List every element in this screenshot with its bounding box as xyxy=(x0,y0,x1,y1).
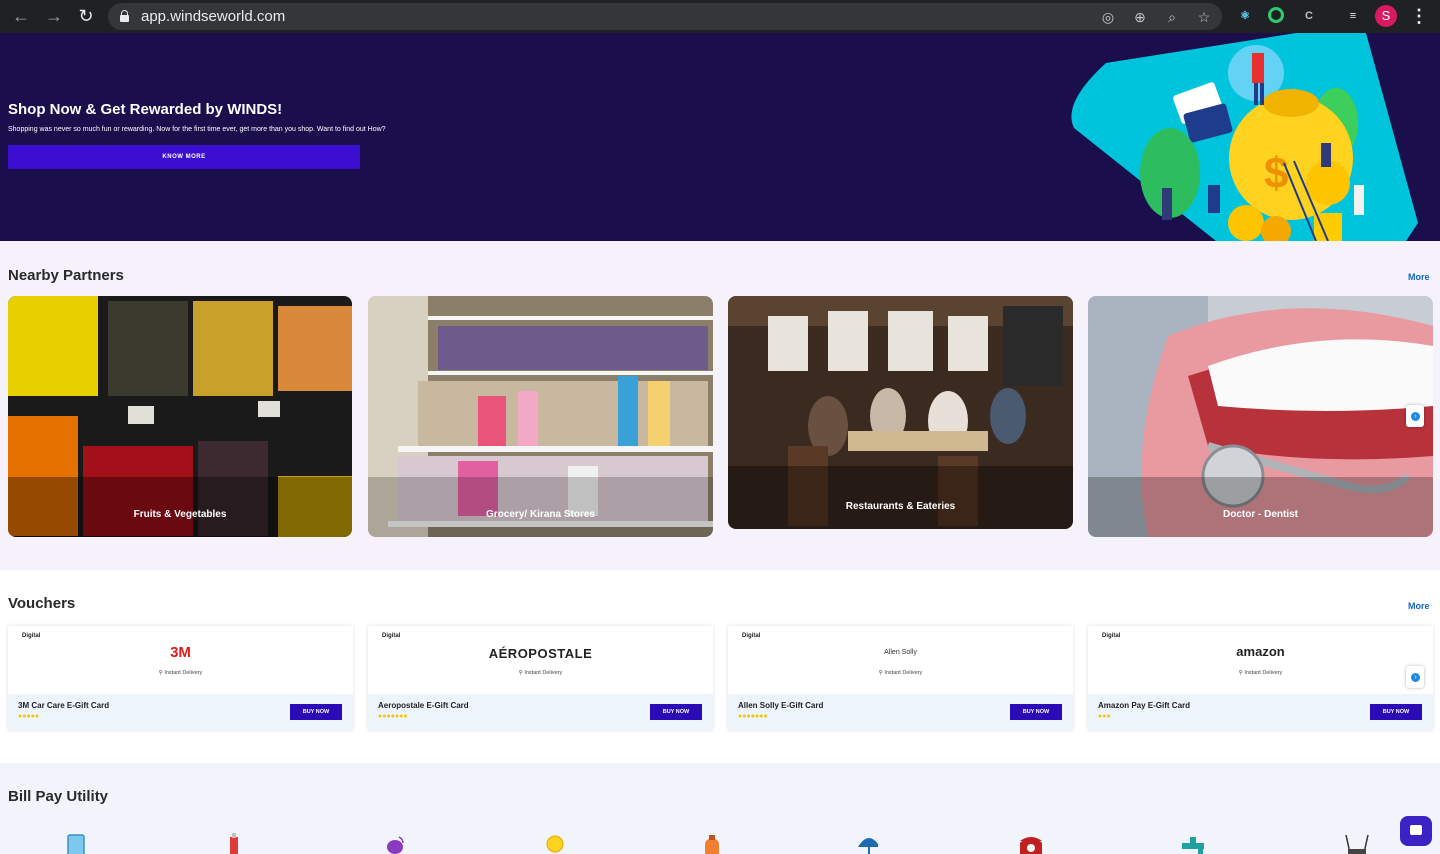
address-bar[interactable]: app.windseworld.com ◎ ⊕ ⌕ ☆ xyxy=(108,3,1222,30)
know-more-button[interactable]: KNOW MORE xyxy=(8,145,360,169)
svg-text:$: $ xyxy=(1264,149,1288,198)
brand-logo: amazon xyxy=(1236,644,1285,659)
partner-card-restaurants[interactable]: Restaurants & Eateries xyxy=(728,296,1073,529)
voucher-footer: Amazon Pay E-Gift Card ●●● BUY NOW xyxy=(1088,694,1433,730)
partner-label: Restaurants & Eateries xyxy=(845,501,956,512)
menu-icon[interactable]: ⋮ xyxy=(1410,5,1428,27)
nearby-partners-section: Nearby Partners More Fruits & Vegetables xyxy=(0,241,1440,570)
search-icon[interactable]: ⌕ xyxy=(1163,8,1181,26)
react-devtools-icon[interactable]: ⚛ xyxy=(1236,7,1254,25)
avatar[interactable]: S xyxy=(1375,5,1397,27)
back-arrow-icon[interactable]: ← xyxy=(10,5,32,27)
section-title: Bill Pay Utility xyxy=(8,788,109,805)
buy-now-button[interactable]: BUY NOW xyxy=(1370,704,1422,720)
url-text[interactable]: app.windseworld.com xyxy=(141,8,285,25)
extension-icon[interactable] xyxy=(1268,7,1284,23)
partner-card-fruits[interactable]: Fruits & Vegetables xyxy=(8,296,352,537)
voucher-name: 3M Car Care E-Gift Card xyxy=(18,701,110,710)
buy-now-button[interactable]: BUY NOW xyxy=(650,704,702,720)
voucher-footer: Aeropostale E-Gift Card ●●●●●●● BUY NOW xyxy=(368,694,713,730)
partner-label: Fruits & Vegetables xyxy=(133,509,227,520)
voucher-footer: 3M Car Care E-Gift Card ●●●●● BUY NOW xyxy=(8,694,353,730)
voucher-name: Aeropostale E-Gift Card xyxy=(378,701,469,710)
section-title: Vouchers xyxy=(8,595,76,612)
water-icon[interactable] xyxy=(1180,833,1208,854)
delivery-label: ⚲ Instant Delivery xyxy=(518,670,563,676)
star-icon[interactable]: ☆ xyxy=(1195,8,1213,26)
more-link[interactable]: More xyxy=(1408,601,1430,611)
rating-stars: ●●● xyxy=(1098,713,1111,720)
zoom-in-icon[interactable]: ⊕ xyxy=(1131,8,1149,26)
voucher-card[interactable]: Digital 3M ⚲ Instant Delivery 3M Car Car… xyxy=(8,626,353,730)
voucher-name: Amazon Pay E-Gift Card xyxy=(1098,701,1191,710)
rating-stars: ●●●●● xyxy=(18,713,40,720)
brand-logo: AÉROPOSTALE xyxy=(488,646,593,661)
datacard-icon[interactable] xyxy=(224,833,244,854)
dentist-photo xyxy=(1088,296,1433,537)
insurance-umbrella-icon[interactable] xyxy=(858,833,878,854)
fruits-photo xyxy=(8,296,352,537)
delivery-label: ⚲ Instant Delivery xyxy=(878,670,923,676)
hero-title: Shop Now & Get Rewarded by WINDS! xyxy=(8,101,283,118)
hero-banner: Shop Now & Get Rewarded by WINDS! Shoppi… xyxy=(0,33,1440,241)
section-title: Nearby Partners xyxy=(8,267,124,284)
landline-icon[interactable] xyxy=(1018,833,1044,854)
rating-stars: ●●●●●●● xyxy=(378,713,408,720)
forward-arrow-icon[interactable]: → xyxy=(43,5,65,27)
voucher-tag: Digital xyxy=(742,633,761,639)
carousel-next-icon[interactable]: › xyxy=(1406,405,1424,427)
mobile-icon[interactable] xyxy=(66,833,86,854)
reload-icon[interactable]: ↻ xyxy=(75,5,97,27)
voucher-card[interactable]: Digital amazon ⚲ Instant Delivery Amazon… xyxy=(1088,626,1433,730)
media-playlist-icon[interactable]: ≡ xyxy=(1344,7,1362,25)
delivery-label: ⚲ Instant Delivery xyxy=(158,670,203,676)
voucher-card[interactable]: Digital AÉROPOSTALE ⚲ Instant Delivery A… xyxy=(368,626,713,730)
voucher-tag: Digital xyxy=(382,633,401,639)
carousel-next-icon[interactable]: › xyxy=(1406,666,1424,688)
vouchers-section: Vouchers More Digital 3M ⚲ Instant Deliv… xyxy=(0,570,1440,763)
voucher-tag: Digital xyxy=(1102,633,1121,639)
restaurant-photo xyxy=(728,296,1073,529)
partner-card-grocery[interactable]: Grocery/ Kirana Stores xyxy=(368,296,713,537)
voucher-footer: Allen Solly E-Gift Card ●●●●●●● BUY NOW xyxy=(728,694,1073,730)
brand-logo: 3M xyxy=(170,644,191,661)
partner-card-dentist[interactable]: Doctor - Dentist xyxy=(1088,296,1433,537)
electricity-icon[interactable] xyxy=(545,833,565,854)
delivery-label: ⚲ Instant Delivery xyxy=(1238,670,1283,676)
partner-label: Grocery/ Kirana Stores xyxy=(486,509,595,520)
lock-icon[interactable] xyxy=(120,10,129,22)
brand-logo: Allen Solly xyxy=(884,649,917,656)
extension-icon[interactable]: C xyxy=(1300,7,1318,25)
partner-label: Doctor - Dentist xyxy=(1223,509,1298,520)
buy-now-button[interactable]: BUY NOW xyxy=(290,704,342,720)
gas-cylinder-icon[interactable] xyxy=(702,833,722,854)
broadband-icon[interactable] xyxy=(1340,833,1374,854)
location-icon[interactable]: ◎ xyxy=(1099,8,1117,26)
voucher-name: Allen Solly E-Gift Card xyxy=(738,701,824,710)
grocery-photo xyxy=(368,296,713,537)
chat-support-icon[interactable] xyxy=(1400,816,1432,846)
bill-pay-section: Bill Pay Utility xyxy=(0,763,1440,854)
hero-subtitle: Shopping was never so much fun or reward… xyxy=(8,126,386,133)
buy-now-button[interactable]: BUY NOW xyxy=(1010,704,1062,720)
browser-toolbar: ← → ↻ app.windseworld.com ◎ ⊕ ⌕ ☆ ⚛ C ≡ … xyxy=(0,0,1440,33)
voucher-card[interactable]: Digital Allen Solly ⚲ Instant Delivery A… xyxy=(728,626,1073,730)
dth-icon[interactable] xyxy=(386,833,406,854)
rating-stars: ●●●●●●● xyxy=(738,713,768,720)
rewards-illustration: $ xyxy=(1071,33,1418,241)
voucher-tag: Digital xyxy=(22,633,41,639)
more-link[interactable]: More xyxy=(1408,272,1430,282)
